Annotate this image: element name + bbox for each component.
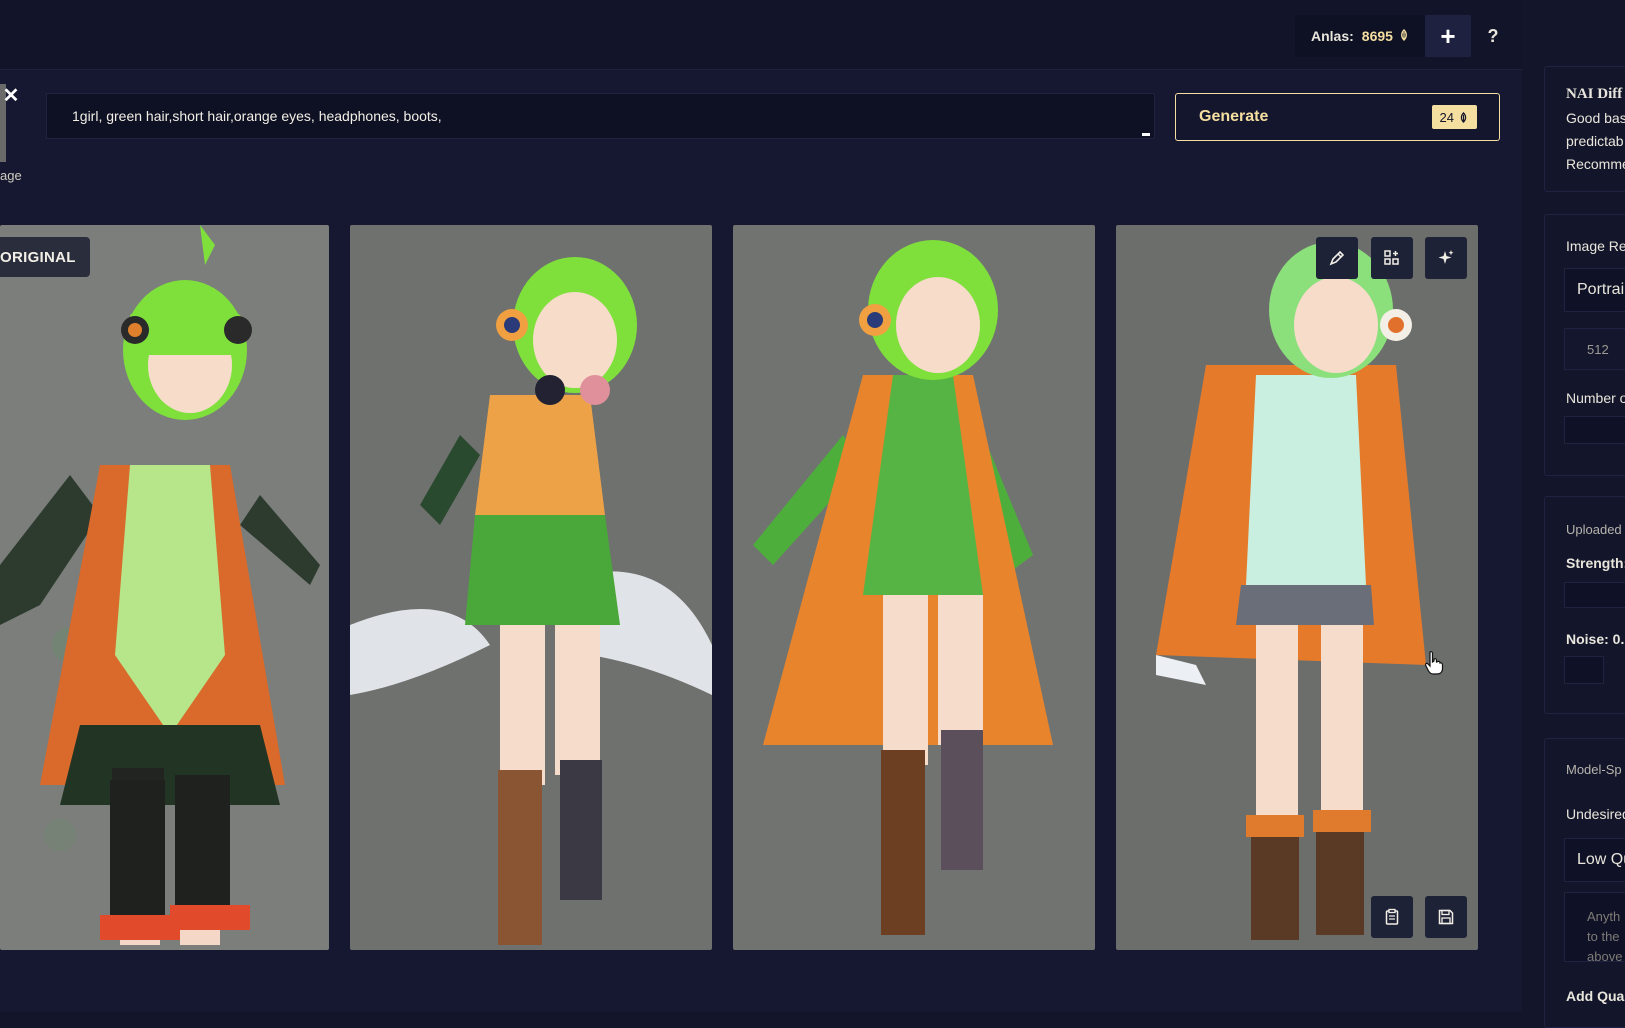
anlas-balance: Anlas: 8695: [1295, 15, 1425, 57]
close-icon[interactable]: ✕: [0, 84, 22, 107]
generate-cost: 24: [1439, 109, 1454, 125]
prompt-input[interactable]: 1girl, green hair,short hair,orange eyes…: [46, 93, 1155, 139]
gallery-image-variation-3[interactable]: [1116, 225, 1478, 950]
clipboard-icon[interactable]: [1371, 896, 1413, 938]
strength-slider[interactable]: [1564, 582, 1625, 608]
original-badge: ORIGINAL: [0, 237, 90, 277]
top-bar: [0, 0, 1522, 70]
top-bar-right: [1522, 0, 1625, 70]
original-badge-label: ORIGINAL: [0, 248, 76, 266]
pencil-icon[interactable]: [1316, 237, 1358, 279]
noise-slider[interactable]: [1564, 656, 1604, 684]
model-title: NAI Diff: [1566, 86, 1623, 102]
gallery-image-original[interactable]: [0, 225, 329, 950]
undesired-placeholder-line-1: Anyth: [1587, 909, 1621, 924]
undesired-content-label: Undesired: [1566, 806, 1625, 822]
grid-plus-icon[interactable]: [1371, 237, 1413, 279]
anlas-label: Anlas:: [1311, 28, 1354, 44]
help-button[interactable]: ?: [1478, 15, 1508, 57]
image-resolution-label: Image Re: [1566, 238, 1625, 254]
thumbnail-label: age: [0, 168, 22, 183]
hand-cursor-icon: [1424, 650, 1444, 681]
model-desc-line-3: Recomme: [1566, 156, 1625, 172]
noise-label: Noise: 0.: [1566, 631, 1625, 647]
prompt-resize-handle[interactable]: [1142, 133, 1150, 136]
anlas-icon: [1398, 28, 1410, 44]
undesired-placeholder-line-2: to the: [1587, 929, 1620, 944]
add-quality-tags-label: Add Qual: [1566, 988, 1625, 1004]
generate-button[interactable]: Generate 24: [1175, 93, 1500, 141]
gallery-image-variation-1[interactable]: [350, 225, 712, 950]
undesired-preset-select[interactable]: Low Qu: [1564, 838, 1625, 882]
save-icon[interactable]: [1425, 896, 1467, 938]
image-resolution-select[interactable]: Portrai: [1564, 268, 1625, 312]
model-specific-card: [1544, 738, 1625, 1028]
uploaded-image-label: Uploaded: [1566, 522, 1622, 537]
anlas-icon: [1460, 111, 1467, 123]
undesired-content-input[interactable]: Anyth to the above: [1564, 892, 1625, 962]
width-value: 512: [1587, 341, 1609, 357]
width-input[interactable]: 512: [1564, 328, 1625, 370]
strength-label: Strength:: [1566, 555, 1625, 571]
generate-label: Generate: [1199, 108, 1269, 125]
undesired-placeholder-line-3: above: [1587, 949, 1623, 962]
model-desc-line-2: predictab: [1566, 133, 1624, 149]
gallery-image-variation-2[interactable]: [733, 225, 1095, 950]
image-resolution-value: Portrai: [1577, 281, 1625, 298]
undesired-preset-value: Low Qu: [1577, 851, 1625, 868]
number-of-images-slider[interactable]: [1564, 416, 1625, 444]
generate-cost-badge: 24: [1431, 105, 1477, 129]
model-specific-label: Model-Sp: [1566, 762, 1622, 777]
sparkle-icon[interactable]: [1425, 237, 1467, 279]
model-desc-line-1: Good bas: [1566, 110, 1625, 126]
prompt-text: 1girl, green hair,short hair,orange eyes…: [72, 108, 442, 124]
anlas-value: 8695: [1361, 28, 1393, 44]
model-card[interactable]: [1544, 66, 1625, 192]
buy-anlas-button[interactable]: +: [1425, 15, 1471, 57]
number-of-images-label: Number o: [1566, 390, 1625, 406]
